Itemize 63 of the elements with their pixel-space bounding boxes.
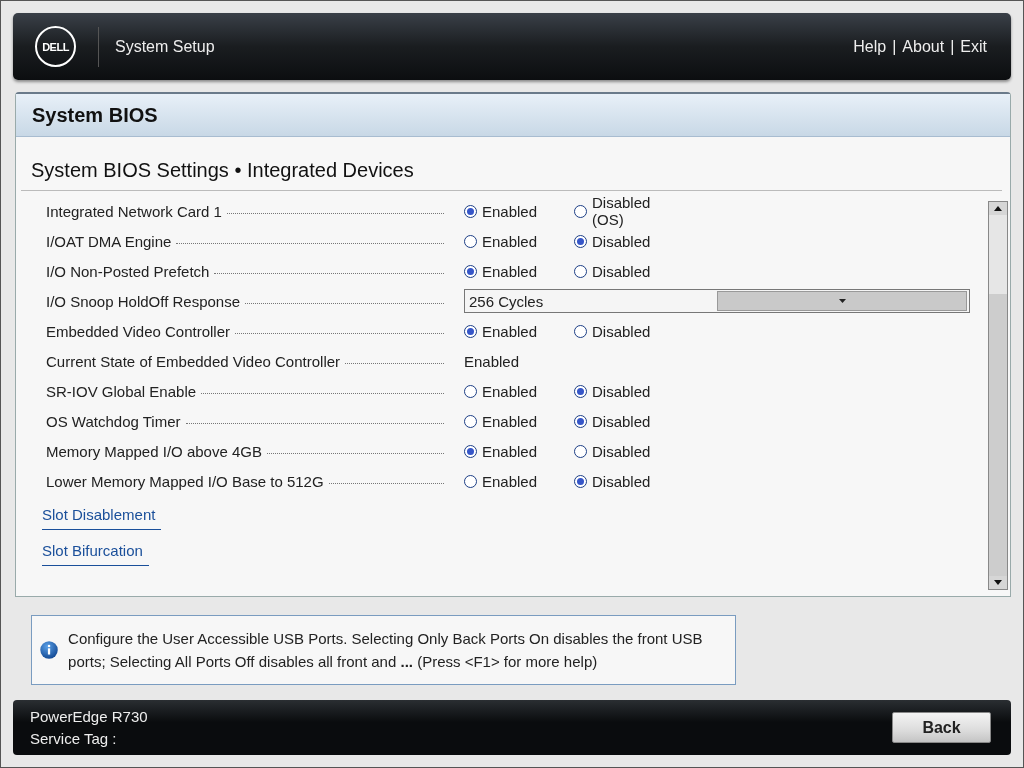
menu-separator: | [892,37,897,56]
radio-button[interactable] [464,234,477,248]
setting-label: Lower Memory Mapped I/O Base to 512G [46,472,324,490]
panel-title: System BIOS [16,94,1010,137]
option-label: Enabled [482,412,538,430]
radio-button[interactable] [574,234,587,248]
radio-button[interactable] [574,204,587,218]
radio-button[interactable] [574,474,587,488]
dropdown[interactable]: 256 Cycles [464,289,970,313]
setting-label: Current State of Embedded Video Controller [46,352,341,370]
radio-button[interactable] [464,474,477,488]
menu-link[interactable]: About [902,37,945,56]
radio-button[interactable] [574,324,587,338]
page-subtitle: System BIOS Settings • Integrated Devices [31,159,415,182]
radio-button[interactable] [574,384,587,398]
setting-label: Integrated Network Card 1 [46,202,222,220]
option-label: Disabled [592,412,651,430]
option-label: Enabled [482,472,538,490]
app-title: System Setup [115,37,215,56]
option-label: Enabled [482,322,538,340]
radio-button[interactable] [574,444,587,458]
option-label: Enabled [482,382,538,400]
option-label: Enabled [482,262,538,280]
option-label: Disabled (OS) [592,194,652,228]
help-text: Configure the User Accessible USB Ports. Selecting Only Back Ports On disables the front USB ports; Selecting All Ports Off disables all front and ... (Press <F1> for more help) [68,629,704,672]
scroll-down-icon[interactable] [994,580,1002,585]
radio-button[interactable] [464,444,477,458]
setting-label: Embedded Video Controller [46,322,230,340]
setting-label: Memory Mapped I/O above 4GB [46,442,262,460]
option-label: Disabled [592,322,651,340]
option-label: Disabled [592,232,651,250]
setting-label: I/O Snoop HoldOff Response [46,292,240,310]
radio-button[interactable] [464,384,477,398]
setting-label: I/O Non-Posted Prefetch [46,262,210,280]
scrollbar[interactable] [988,201,1008,590]
radio-button[interactable] [574,414,587,428]
radio-button[interactable] [574,264,587,278]
option-label: Enabled [482,232,538,250]
submenu-link[interactable]: Slot Bifurcation [42,542,149,566]
option-label: Disabled [592,442,651,460]
option-label: Enabled [482,442,538,460]
option-label: Enabled [482,202,538,220]
menu-link[interactable]: Exit [960,37,987,56]
option-label: Disabled [592,262,651,280]
setting-label: I/OAT DMA Engine [46,232,172,250]
logo: DELL [35,26,76,67]
service-tag: Service Tag : [30,730,148,747]
scroll-up-icon[interactable] [994,206,1002,211]
submenu-link[interactable]: Slot Disablement [42,506,162,530]
menu-separator: | [950,37,955,56]
setting-label: OS Watchdog Timer [46,412,181,430]
setting-label: SR-IOV Global Enable [46,382,197,400]
option-label: Disabled [592,382,651,400]
model-name: PowerEdge R730 [30,708,148,725]
radio-button[interactable] [464,414,477,428]
radio-button[interactable] [464,264,477,278]
setting-value: Enabled [464,352,520,370]
back-button[interactable]: Back [892,712,991,743]
caret-icon [838,299,846,303]
menu-link[interactable]: Help [853,37,887,56]
radio-button[interactable] [464,324,477,338]
option-label: Disabled [592,472,651,490]
radio-button[interactable] [464,204,477,218]
